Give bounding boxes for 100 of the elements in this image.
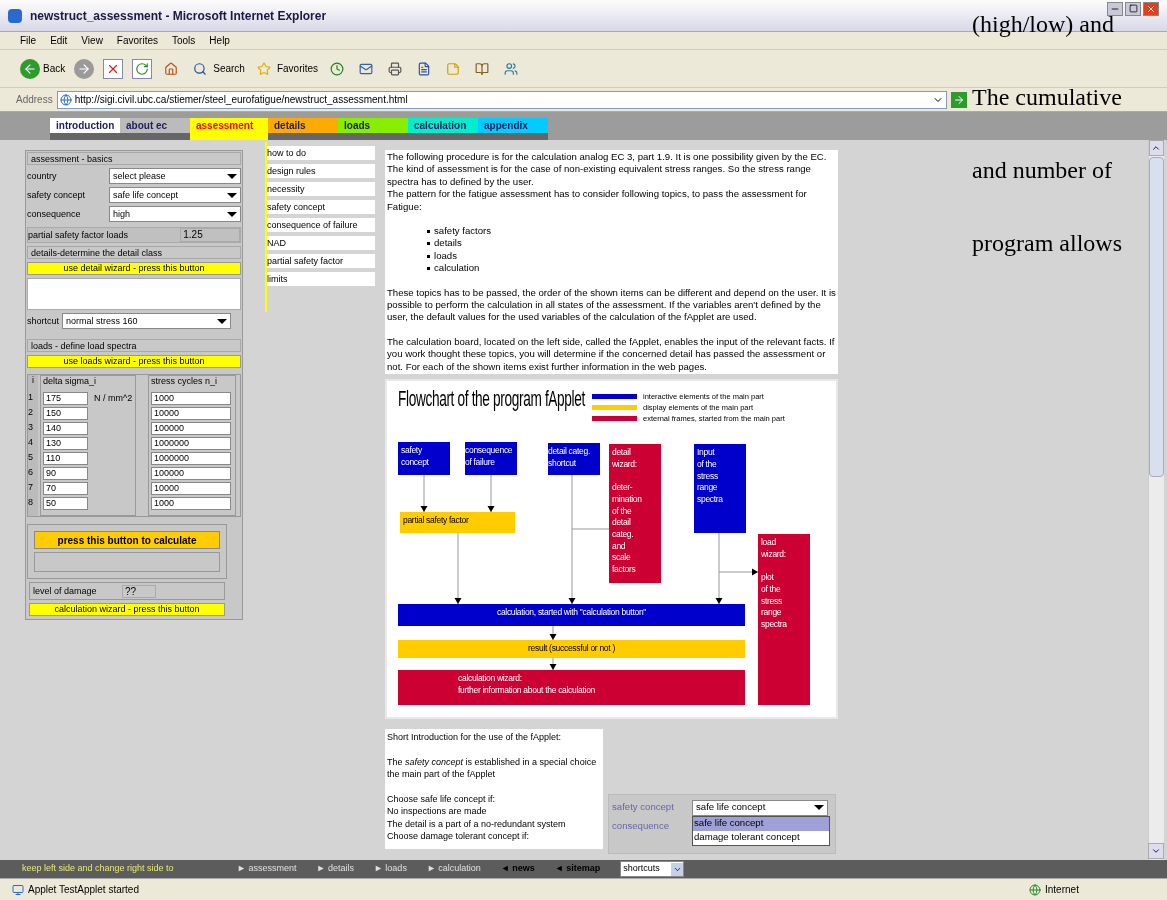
input-field[interactable]: 100000 bbox=[151, 422, 231, 435]
minimize-button[interactable] bbox=[1107, 1, 1123, 16]
input-field[interactable]: 175 bbox=[43, 392, 88, 405]
menu-item[interactable]: File bbox=[20, 33, 37, 48]
address-field[interactable]: http://sigi.civil.ubc.ca/stiemer/steel_eurofatigue/newstruct_assessment.html bbox=[56, 90, 947, 109]
flowchart-node: detail categ. shortcut bbox=[548, 443, 600, 476]
nav-link[interactable]: partial safety factor bbox=[267, 254, 375, 268]
input-field[interactable]: 1000 bbox=[151, 497, 231, 510]
menu-item[interactable]: Favorites bbox=[116, 33, 158, 48]
nav-link[interactable]: ► details bbox=[316, 862, 354, 876]
forward-icon bbox=[74, 58, 95, 79]
input-field[interactable]: 70 bbox=[43, 482, 88, 495]
flowchart-node: safety concept bbox=[398, 442, 450, 476]
row-number: 5 bbox=[28, 451, 34, 464]
tab[interactable]: about ec bbox=[120, 118, 190, 133]
field-label: safety concept bbox=[612, 801, 675, 814]
nav-link[interactable]: NAD bbox=[267, 236, 375, 250]
unit-label: N / mm^2 bbox=[94, 393, 133, 404]
toolbar-button[interactable]: Back bbox=[20, 58, 66, 79]
list-item: loads bbox=[434, 249, 457, 263]
calculation-wizard-button[interactable]: calculation wizard - press this button bbox=[29, 603, 225, 616]
input-field[interactable]: 1000 bbox=[151, 392, 231, 405]
overlay-text: program allows bbox=[972, 229, 1122, 257]
dropdown[interactable]: safe life concept bbox=[109, 187, 241, 203]
row-number: 1 bbox=[28, 391, 34, 404]
dropdown[interactable]: normal stress 160 bbox=[62, 313, 231, 329]
nav-link[interactable]: ► loads bbox=[373, 862, 407, 876]
paragraph: The pattern for the fatigue assessment has to consider following topics, to pass the assessment for Fatigue: bbox=[387, 188, 808, 214]
flowchart-node: detail wizard: deter- mination of the detail categ. and scale factors bbox=[609, 444, 661, 584]
tab[interactable]: appendix bbox=[478, 118, 548, 133]
menu-item[interactable]: Help bbox=[209, 33, 230, 48]
nav-link[interactable]: how to do bbox=[267, 146, 375, 160]
refresh-icon bbox=[132, 58, 153, 79]
input-field[interactable]: 50 bbox=[43, 497, 88, 510]
dropdown-arrow-icon bbox=[227, 211, 237, 217]
nav-link[interactable]: safety concept bbox=[267, 200, 375, 214]
tab[interactable]: details bbox=[268, 118, 338, 133]
scrollbar-thumb[interactable] bbox=[1149, 157, 1164, 477]
overlay-text: and number of bbox=[972, 156, 1113, 184]
nav-link[interactable]: consequence of failure bbox=[267, 218, 375, 232]
calculate-button[interactable]: press this button to calculate bbox=[34, 531, 220, 549]
input-field[interactable]: 140 bbox=[43, 422, 88, 435]
dropdown-option[interactable]: safe life concept bbox=[693, 817, 829, 832]
toolbar-button[interactable] bbox=[132, 58, 153, 79]
row-number: 4 bbox=[28, 436, 34, 449]
input-field[interactable]: 100000 bbox=[151, 467, 231, 480]
field-label: consequence bbox=[612, 820, 671, 833]
input-field[interactable]: 1000000 bbox=[151, 437, 231, 450]
tab[interactable]: assessment bbox=[190, 118, 268, 133]
paragraph: These topics has to be passed, the order of the shown items can be different and depend on the user. It is possible to perform the calculation in all states of the assessment. If the variables aren't defined by the user, the default values for the used variables of the calculation of the fApplet are used. bbox=[387, 286, 836, 324]
column-header: delta sigma_i bbox=[43, 376, 98, 388]
nav-link[interactable]: ► assessment bbox=[237, 862, 297, 876]
maximize-button[interactable] bbox=[1125, 1, 1141, 16]
toolbar-button[interactable] bbox=[103, 58, 124, 79]
close-button[interactable] bbox=[1143, 1, 1159, 16]
input-field[interactable]: 1000000 bbox=[151, 452, 231, 465]
input-field[interactable]: 10000 bbox=[151, 482, 231, 495]
section-header: assessment - basics bbox=[27, 152, 241, 165]
menu-item[interactable]: Tools bbox=[172, 33, 196, 48]
nav-link[interactable]: limits bbox=[267, 272, 375, 286]
tab[interactable]: calculation bbox=[408, 118, 478, 133]
flowchart-node: partial safety factor bbox=[400, 512, 515, 534]
tab[interactable]: introduction bbox=[50, 118, 120, 133]
input-field[interactable]: 110 bbox=[43, 452, 88, 465]
loads-wizard-button[interactable]: use loads wizard - press this button bbox=[27, 355, 241, 368]
toolbar-button[interactable]: Favorites bbox=[253, 58, 319, 79]
menu-item[interactable]: Edit bbox=[50, 33, 68, 48]
toolbar-button[interactable]: Search bbox=[190, 58, 245, 79]
detail-wizard-button[interactable]: use detail wizard - press this button bbox=[27, 262, 241, 275]
maximize-icon bbox=[1128, 4, 1138, 13]
dropdown[interactable]: select please bbox=[109, 168, 241, 184]
nav-link[interactable]: ► calculation bbox=[426, 862, 481, 876]
menu-item[interactable]: View bbox=[81, 33, 103, 48]
scroll-up-button[interactable] bbox=[1149, 140, 1164, 156]
paragraph: Short Introduction for the use of the fApplet: bbox=[387, 731, 563, 744]
input-field[interactable]: 90 bbox=[43, 467, 88, 480]
tab[interactable]: loads bbox=[338, 118, 408, 133]
dropdown[interactable]: high bbox=[109, 206, 241, 222]
nav-link[interactable]: design rules bbox=[267, 164, 375, 178]
bullet-icon bbox=[427, 266, 430, 270]
go-icon[interactable] bbox=[950, 91, 967, 108]
overlay-text: The cumulative bbox=[972, 83, 1122, 111]
browser-icon bbox=[8, 8, 22, 23]
list-item: safety factors bbox=[434, 225, 492, 238]
shortcuts-dropdown[interactable]: shortcuts bbox=[620, 861, 685, 877]
input-field[interactable]: 130 bbox=[43, 437, 88, 450]
connector-line bbox=[571, 528, 610, 530]
field-label: consequence bbox=[27, 208, 82, 220]
nav-hint: keep left side and change right side to bbox=[22, 862, 175, 876]
input-field[interactable]: 10000 bbox=[151, 407, 231, 420]
input-field[interactable]: 150 bbox=[43, 407, 88, 420]
scroll-down-button[interactable] bbox=[1148, 843, 1164, 859]
flowchart-node: load wizard: plot of the stress range spectra bbox=[758, 534, 810, 706]
dropdown[interactable]: safe life concept bbox=[692, 799, 828, 816]
nav-link[interactable]: necessity bbox=[267, 182, 375, 196]
field-label: safety concept bbox=[27, 189, 87, 201]
field-label: country bbox=[27, 170, 58, 182]
status-text: Applet TestApplet started bbox=[28, 883, 139, 897]
paragraph: The following procedure is for the calculation analog EC 3, part 1.9. It is one possibility given by the EC. The kind of assessment is for the case of non-existing equivalent stress ranges. So the stress range spectra has to defined by the user. bbox=[387, 151, 828, 189]
row-number: 2 bbox=[28, 406, 34, 419]
